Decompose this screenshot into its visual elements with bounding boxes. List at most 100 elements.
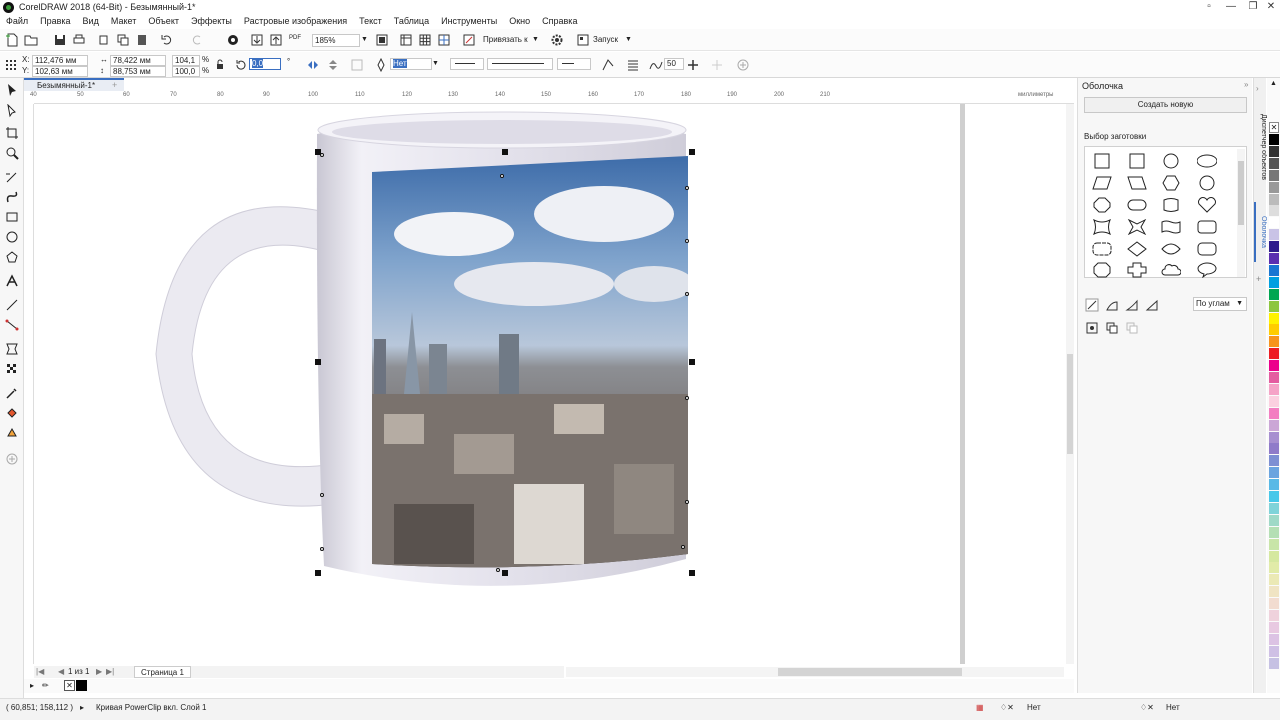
preset-heart-icon[interactable] xyxy=(1197,197,1217,213)
zoom-dropdown-icon[interactable]: ▼ xyxy=(361,35,368,45)
envelope-node[interactable] xyxy=(685,292,689,296)
envelope-node[interactable] xyxy=(685,239,689,243)
scale-y-field[interactable]: 100,0 xyxy=(172,66,200,77)
restore-small-icon[interactable]: ▫ xyxy=(1198,0,1220,14)
horizontal-ruler[interactable]: 40 50 60 70 80 90 100 110 120 130 140 15… xyxy=(30,92,1074,104)
palette-swatch[interactable] xyxy=(1269,491,1279,502)
search-content-icon[interactable] xyxy=(226,33,240,47)
palette-swatch[interactable] xyxy=(1269,562,1279,574)
artistic-media-icon[interactable] xyxy=(5,190,19,204)
launch-dropdown-icon[interactable]: ▼ xyxy=(625,35,632,45)
palette-swatch[interactable] xyxy=(1269,526,1279,538)
preset-star-icon[interactable] xyxy=(1127,219,1147,235)
rectangle-tool-icon[interactable] xyxy=(5,210,19,224)
envelope-node[interactable] xyxy=(685,186,689,190)
polygon-tool-icon[interactable] xyxy=(5,250,19,264)
preset-octagon-icon[interactable] xyxy=(1092,197,1112,213)
preset-circle-small-icon[interactable] xyxy=(1197,175,1217,191)
crop-tool-icon[interactable] xyxy=(5,126,19,140)
palette-swatch[interactable] xyxy=(1269,633,1279,645)
palette-swatch[interactable] xyxy=(1269,336,1279,348)
pick-tool-icon[interactable] xyxy=(5,83,19,97)
palette-swatch[interactable] xyxy=(1269,217,1279,229)
preset-rounded-rect-icon[interactable] xyxy=(1197,219,1217,235)
vertical-scrollbar[interactable] xyxy=(1066,104,1074,664)
shape-tool-icon[interactable] xyxy=(5,104,19,118)
palette-no-color-swatch[interactable]: ✕ xyxy=(1269,122,1279,133)
palette-swatch[interactable] xyxy=(1269,312,1279,324)
selection-handle[interactable] xyxy=(689,359,695,365)
copy-envelope-icon[interactable] xyxy=(1105,321,1119,335)
cut-icon[interactable] xyxy=(97,33,111,47)
vertical-ruler[interactable] xyxy=(24,104,34,664)
palette-swatch[interactable] xyxy=(1269,574,1279,586)
options-gear-icon[interactable] xyxy=(550,33,564,47)
reference-point-icon[interactable] xyxy=(4,58,18,72)
palette-swatch[interactable] xyxy=(1269,193,1279,205)
show-rulers-icon[interactable] xyxy=(399,33,413,47)
palette-swatch[interactable] xyxy=(1269,229,1279,241)
new-document-icon[interactable] xyxy=(5,33,19,47)
outline-pen-icon[interactable] xyxy=(374,58,388,72)
palette-swatch[interactable] xyxy=(1269,598,1279,610)
preset-diamond-icon[interactable] xyxy=(1127,241,1147,257)
preset-circle-icon[interactable] xyxy=(1161,153,1181,169)
palette-swatch[interactable] xyxy=(1269,360,1279,372)
preset-trapezoid-icon[interactable] xyxy=(1127,175,1147,191)
freehand-tool-icon[interactable] xyxy=(5,170,19,184)
preset-cloud-icon[interactable] xyxy=(1161,262,1181,278)
publish-pdf-icon[interactable]: PDF xyxy=(289,33,301,43)
palette-swatch[interactable] xyxy=(1269,300,1279,312)
docker-collapse-icon[interactable]: » xyxy=(1244,80,1248,89)
selection-handle[interactable] xyxy=(315,570,321,576)
line-style-select[interactable] xyxy=(487,58,553,70)
palette-swatch[interactable] xyxy=(1269,407,1279,419)
show-grid-icon[interactable] xyxy=(418,33,432,47)
preset-wave-icon[interactable] xyxy=(1161,197,1181,213)
lock-ratio-icon[interactable] xyxy=(213,58,227,72)
selection-handle[interactable] xyxy=(689,149,695,155)
preset-scroll-thumb[interactable] xyxy=(1238,161,1244,225)
zoom-tool-icon[interactable] xyxy=(5,146,19,160)
object-manager-tab[interactable]: Диспетчер объектов xyxy=(1254,102,1267,192)
plus-icon[interactable] xyxy=(686,58,700,72)
full-screen-icon[interactable] xyxy=(375,33,389,47)
menu-file[interactable]: Файл xyxy=(6,16,28,26)
double-arc-mode-icon[interactable] xyxy=(1125,298,1139,312)
palette-eyedropper-icon[interactable]: ✏ xyxy=(42,681,49,690)
fill-select-field[interactable]: Нет xyxy=(390,58,432,70)
color-proof-icon[interactable]: ▦ xyxy=(976,699,984,717)
mug-artwork[interactable] xyxy=(34,104,964,664)
preset-hexagon-icon[interactable] xyxy=(1161,175,1181,191)
preset-flag-icon[interactable] xyxy=(1161,219,1181,235)
text-wrap-icon[interactable] xyxy=(626,58,640,72)
envelope-node[interactable] xyxy=(496,568,500,572)
palette-scroll-up-icon[interactable]: ▲ xyxy=(1270,80,1277,87)
selection-handle[interactable] xyxy=(502,570,508,576)
menu-tools[interactable]: Инструменты xyxy=(441,16,497,26)
end-arrowhead-select[interactable] xyxy=(557,58,591,70)
envelope-node[interactable] xyxy=(500,174,504,178)
paste-icon[interactable] xyxy=(135,33,149,47)
parallel-dimension-icon[interactable] xyxy=(5,298,19,312)
palette-swatch[interactable] xyxy=(1269,479,1279,491)
palette-swatch[interactable] xyxy=(1269,324,1279,336)
envelope-node[interactable] xyxy=(681,545,685,549)
menu-object[interactable]: Объект xyxy=(148,16,179,26)
menu-table[interactable]: Таблица xyxy=(394,16,429,26)
next-page-icon[interactable]: ▶ xyxy=(96,666,102,678)
envelope-node[interactable] xyxy=(320,153,324,157)
palette-swatch[interactable] xyxy=(1269,181,1279,193)
envelope-tab[interactable]: Оболочка xyxy=(1254,202,1267,262)
palette-swatch[interactable] xyxy=(1269,145,1279,157)
height-field[interactable]: 88,753 мм xyxy=(110,66,166,77)
smart-fill-icon[interactable] xyxy=(5,426,19,440)
envelope-node[interactable] xyxy=(320,493,324,497)
palette-swatch[interactable] xyxy=(1269,395,1279,407)
add-docker-icon[interactable]: + xyxy=(1256,274,1261,284)
import-icon[interactable] xyxy=(250,33,264,47)
envelope-tool-icon[interactable] xyxy=(5,342,19,356)
prev-page-icon[interactable]: ◀ xyxy=(58,666,64,678)
palette-swatch[interactable] xyxy=(1269,169,1279,181)
selection-handle[interactable] xyxy=(502,149,508,155)
